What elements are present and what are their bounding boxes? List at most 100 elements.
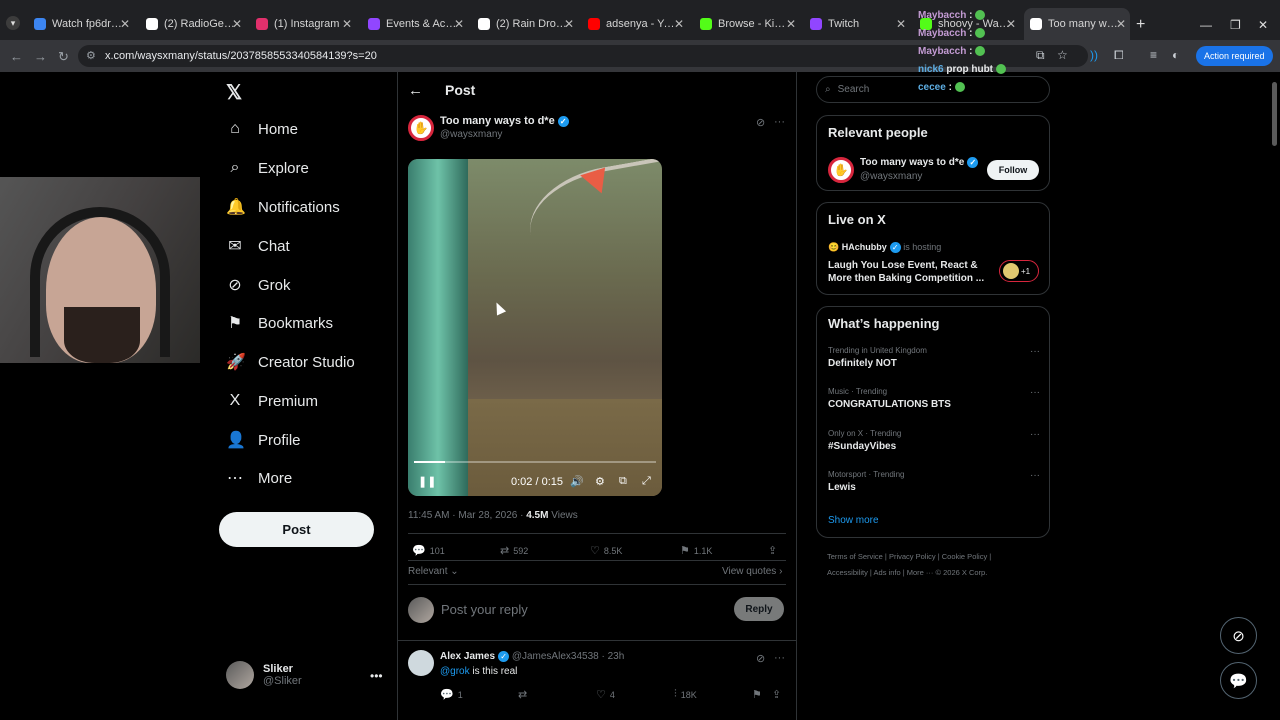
post-button[interactable]: Post	[219, 512, 374, 547]
person-avatar[interactable]: ✋	[828, 157, 854, 183]
comment-author[interactable]: Alex James	[440, 651, 495, 662]
tab-close-icon[interactable]: ✕	[896, 17, 906, 31]
share-icon[interactable]: ⇪	[772, 688, 781, 701]
nav-item-home[interactable]: ⌂ Home	[226, 114, 298, 144]
reply-action[interactable]: 💬 101	[412, 544, 445, 557]
action-required-button[interactable]: Action required	[1196, 46, 1273, 66]
footer-links[interactable]: Terms of Service | Privacy Policy | Cook…	[827, 552, 991, 561]
search-input[interactable]: ⌕ Search	[816, 76, 1050, 103]
video-player[interactable]: ❚❚ 0:02 / 0:15 🔊 ⚙ ⧉ ⤢	[408, 159, 662, 496]
trend-more-icon[interactable]: ···	[1030, 346, 1040, 357]
nav-item-profile[interactable]: 👤 Profile	[226, 425, 301, 455]
nav-item-creator-studio[interactable]: 🚀 Creator Studio	[226, 347, 355, 377]
browser-tab[interactable]: (2) RadioGenoa (✕	[140, 8, 246, 40]
account-switcher[interactable]: Sliker @Sliker	[226, 661, 302, 689]
tab-close-icon[interactable]: ✕	[786, 17, 796, 31]
site-info-icon[interactable]: ⚙	[86, 49, 96, 62]
account-more-icon[interactable]: •••	[370, 669, 383, 683]
author-avatar[interactable]: ✋	[408, 115, 434, 141]
browser-tab[interactable]: (1) Instagram ✕	[250, 8, 356, 40]
nav-item-more[interactable]: ⋯ More	[226, 463, 292, 493]
nav-item-notifications[interactable]: 🔔 Notifications	[226, 192, 340, 222]
trend-more-icon[interactable]: ···	[1030, 387, 1040, 398]
trend-item[interactable]: Music · Trending CONGRATULATIONS BTS ···	[828, 387, 1040, 410]
nav-item-grok[interactable]: ⊘ Grok	[226, 270, 290, 300]
x-logo[interactable]: 𝕏	[226, 80, 242, 105]
new-tab-icon[interactable]: +	[1136, 16, 1145, 34]
view-quotes-link[interactable]: View quotes ›	[722, 566, 782, 577]
forward-nav-icon[interactable]: →	[34, 49, 47, 64]
bookmark-icon[interactable]: ⚑	[752, 688, 762, 701]
browser-tab[interactable]: (2) Rain Drops Me✕	[472, 8, 578, 40]
more-options-icon[interactable]: ···	[774, 652, 785, 664]
restore-icon[interactable]: ❐	[1230, 18, 1241, 32]
tab-close-icon[interactable]: ✕	[1116, 17, 1126, 31]
person-name[interactable]: Too many ways to d*e ✓	[860, 157, 979, 168]
nav-item-chat[interactable]: ✉ Chat	[226, 231, 289, 261]
nav-item-bookmarks[interactable]: ⚑ Bookmarks	[226, 308, 333, 338]
trend-more-icon[interactable]: ···	[1030, 470, 1040, 481]
browser-tab[interactable]: Browse - Kick Stre✕	[694, 8, 800, 40]
reply-button[interactable]: Reply	[734, 597, 784, 621]
media-icon[interactable]: ≡	[1150, 48, 1157, 62]
minimize-icon[interactable]: —	[1200, 18, 1212, 32]
reply-action[interactable]: 💬 1	[440, 688, 463, 701]
chat-fab-icon[interactable]: 💬	[1220, 662, 1257, 699]
nav-item-premium[interactable]: X Premium	[226, 386, 318, 416]
tab-close-icon[interactable]: ✕	[120, 17, 130, 31]
grok-icon[interactable]: ⊘	[756, 116, 765, 129]
trend-item[interactable]: Motorsport · Trending Lewis ···	[828, 470, 1040, 493]
trend-item[interactable]: Trending in United Kingdom Definitely NOT…	[828, 346, 1040, 369]
footer-links[interactable]: Accessibility | Ads info | More ··· © 20…	[827, 568, 987, 577]
live-host[interactable]: 😊 HAchubby ✓ is hosting	[828, 242, 941, 254]
tab-close-icon[interactable]: ✕	[342, 17, 352, 31]
more-options-icon[interactable]: ···	[774, 116, 785, 128]
profile-avatar-icon[interactable]: ◐	[1172, 48, 1179, 62]
bookmark-action[interactable]: ⚑ 1.1K	[680, 544, 712, 557]
author-handle[interactable]: @waysxmany	[440, 129, 502, 140]
window-close-icon[interactable]: ✕	[1258, 18, 1268, 32]
sort-dropdown[interactable]: Relevant ⌄	[408, 566, 459, 577]
views-action[interactable]: ⫶ 18K	[674, 688, 697, 701]
volume-icon[interactable]: 🔊	[570, 475, 584, 488]
extensions-icon[interactable]: ⧠	[1114, 48, 1124, 63]
like-action[interactable]: ♡ 4	[596, 688, 615, 701]
show-more-link[interactable]: Show more	[828, 515, 879, 526]
reload-icon[interactable]: ↻	[58, 49, 69, 65]
video-progress-bar[interactable]	[414, 461, 656, 463]
trend-item[interactable]: Only on X · Trending #SundayVibes ···	[828, 429, 1040, 452]
grok-fab-icon[interactable]: ⊘	[1220, 617, 1257, 654]
author-name[interactable]: Too many ways to d*e ✓	[440, 115, 569, 127]
back-arrow-icon[interactable]: ←	[408, 82, 423, 99]
follow-button[interactable]: Follow	[987, 160, 1039, 180]
grok-icon[interactable]: ⊘	[756, 652, 765, 665]
tab-search-icon[interactable]: ▾	[6, 16, 20, 30]
pip-icon[interactable]: ⧉	[619, 475, 627, 488]
browser-tab[interactable]: Twitch ✕	[804, 8, 910, 40]
repost-action[interactable]: ⇄	[518, 688, 527, 701]
tab-close-icon[interactable]: ✕	[564, 17, 574, 31]
nav-item-explore[interactable]: ⌕ Explore	[226, 153, 309, 183]
fullscreen-icon[interactable]: ⤢	[642, 475, 651, 488]
pause-icon[interactable]: ❚❚	[418, 475, 436, 488]
browser-tab[interactable]: Watch fp6dry | Str✕	[28, 8, 134, 40]
browser-tab[interactable]: Events & Activitie✕	[362, 8, 468, 40]
trend-more-icon[interactable]: ···	[1030, 429, 1040, 440]
share-icon[interactable]: ⇪	[768, 544, 777, 557]
extension-sound-icon[interactable]: ))	[1090, 48, 1098, 62]
url-text[interactable]: x.com/waysxmany/status/20378585533405841…	[105, 50, 377, 62]
scrollbar[interactable]	[1272, 82, 1277, 146]
settings-icon[interactable]: ⚙	[595, 475, 605, 488]
tab-close-icon[interactable]: ✕	[674, 17, 684, 31]
comment-avatar[interactable]	[408, 650, 434, 676]
live-event-title[interactable]: Laugh You Lose Event, React & More then …	[828, 259, 992, 285]
live-participants-badge[interactable]: +1	[999, 260, 1039, 282]
browser-tab[interactable]: adsenya - YouTub✕	[582, 8, 688, 40]
tab-close-icon[interactable]: ✕	[454, 17, 464, 31]
reply-input[interactable]: Post your reply	[441, 602, 528, 617]
like-action[interactable]: ♡ 8.5K	[590, 544, 622, 557]
repost-action[interactable]: ⇄ 592	[500, 544, 528, 557]
back-nav-icon[interactable]: ←	[10, 49, 23, 64]
person-handle[interactable]: @waysxmany	[860, 171, 922, 182]
tab-close-icon[interactable]: ✕	[232, 17, 242, 31]
